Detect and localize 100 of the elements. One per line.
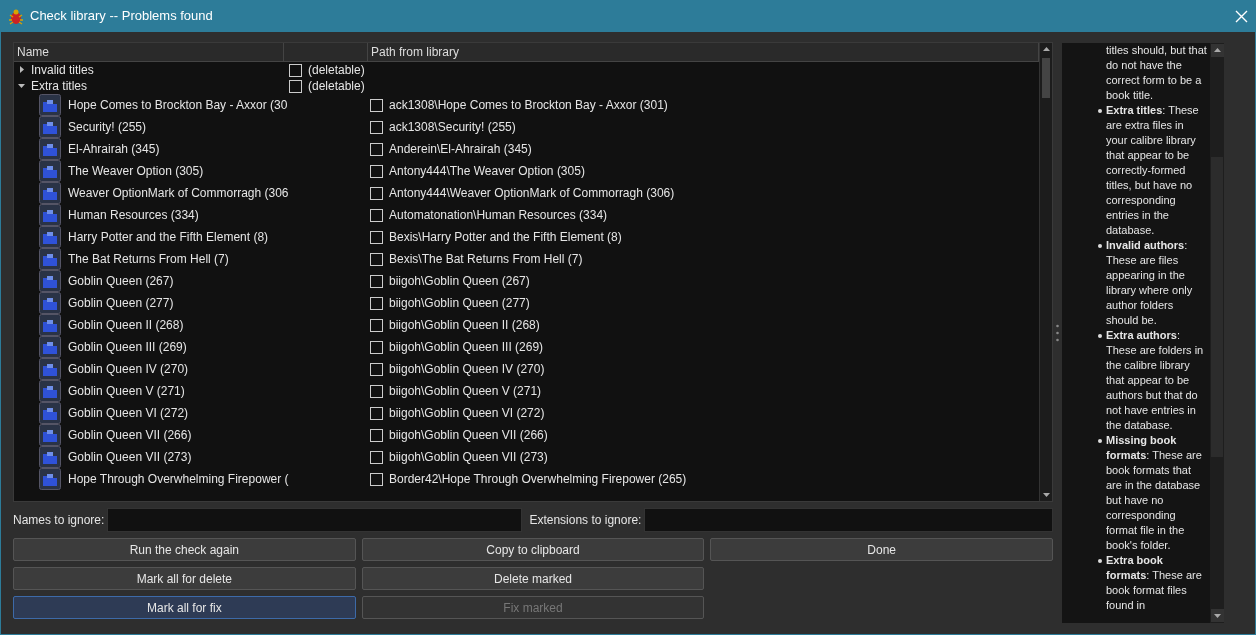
button[interactable]: Delete marked — [361, 567, 705, 590]
button[interactable]: Done — [710, 538, 1053, 561]
tree-item[interactable]: Goblin Queen II (268) — [68, 316, 184, 334]
path-text: biigoh\Goblin Queen VII (273) — [389, 449, 548, 466]
checkbox[interactable] — [370, 472, 383, 486]
folder-icon — [39, 270, 61, 292]
close-icon[interactable] — [1235, 9, 1248, 23]
path-text: Anderein\El-Ahrairah (345) — [389, 141, 532, 158]
tree-item[interactable]: Hope Through Overwhelming Firepower ( — [68, 470, 289, 488]
checkbox[interactable] — [370, 450, 383, 464]
folder-icon — [39, 248, 61, 270]
collapse-arrow-icon[interactable] — [18, 82, 26, 90]
tree-item[interactable]: Security! (255) — [68, 118, 147, 136]
folder-icon — [39, 292, 61, 314]
input-field[interactable] — [107, 508, 523, 532]
splitter-grip-icon[interactable] — [1056, 323, 1059, 343]
tree-item[interactable]: Goblin Queen (277) — [68, 294, 174, 312]
folder-icon — [39, 204, 61, 226]
tree-item[interactable]: Invalid titles — [31, 62, 94, 78]
button[interactable]: Mark all for delete — [13, 567, 356, 590]
path-text: biigoh\Goblin Queen VI (272) — [389, 405, 545, 422]
checkbox[interactable] — [370, 274, 383, 288]
deletable-label: (deletable) — [308, 78, 365, 94]
folder-icon — [39, 182, 61, 204]
checkbox[interactable] — [370, 186, 383, 200]
tree-item[interactable]: Goblin Queen V (271) — [68, 382, 185, 400]
folder-icon — [39, 446, 61, 468]
path-text: biigoh\Goblin Queen VII (266) — [389, 427, 548, 444]
checkbox[interactable] — [370, 142, 383, 156]
checkbox[interactable] — [289, 79, 302, 93]
folder-icon — [39, 226, 61, 248]
path-text: ack1308\Hope Comes to Brockton Bay - Axxor (301) — [389, 97, 668, 114]
checkbox[interactable] — [370, 120, 383, 134]
tree-item[interactable]: The Weaver Option (305) — [68, 162, 204, 180]
checkbox[interactable] — [370, 428, 383, 442]
checkbox[interactable] — [370, 362, 383, 376]
folder-icon — [39, 468, 61, 490]
button[interactable]: Mark all for fix — [13, 596, 356, 619]
folder-icon — [39, 138, 61, 160]
path-text: Border42\Hope Through Overwhelming Firepower (265) — [389, 471, 687, 488]
tree-item[interactable]: Human Resources (334) — [68, 206, 199, 224]
tree-item[interactable]: Extra titles — [31, 78, 87, 94]
scrollbar-thumb[interactable] — [1211, 157, 1223, 457]
scroll-down-icon[interactable] — [1211, 609, 1224, 622]
scroll-up-icon[interactable] — [1211, 44, 1224, 57]
checkbox[interactable] — [370, 318, 383, 332]
bug-icon — [8, 7, 24, 25]
tree-item[interactable]: Goblin Queen IV (270) — [68, 360, 189, 378]
path-text: Antony444\The Weaver Option (305) — [389, 163, 585, 180]
path-text: biigoh\Goblin Queen (277) — [389, 295, 530, 312]
folder-icon — [39, 402, 61, 424]
input-field[interactable] — [644, 508, 1053, 532]
tree-item[interactable]: Harry Potter and the Fifth Element (8) — [68, 228, 269, 246]
path-text: Bexis\Harry Potter and the Fifth Element (8) — [389, 229, 622, 246]
checkbox[interactable] — [370, 340, 383, 354]
checkbox[interactable] — [370, 296, 383, 310]
checkbox[interactable] — [370, 406, 383, 420]
checkbox[interactable] — [289, 63, 302, 77]
tree-item[interactable]: Goblin Queen (267) — [68, 272, 174, 290]
button[interactable]: Copy to clipboard — [361, 538, 705, 561]
checkbox[interactable] — [370, 230, 383, 244]
folder-icon — [39, 94, 61, 116]
folder-icon — [39, 160, 61, 182]
tree-item[interactable]: The Bat Returns From Hell (7) — [68, 250, 229, 268]
field-label: Extensions to ignore: — [529, 512, 642, 529]
tree-item[interactable]: Goblin Queen VI (272) — [68, 404, 189, 422]
checkbox[interactable] — [370, 252, 383, 266]
button[interactable]: Run the check again — [13, 538, 356, 561]
help-text: Missing book formats: These are book formats that are in the database but have no corresponding format file in the book's folder. — [1106, 433, 1203, 553]
deletable-label: (deletable) — [308, 62, 365, 78]
scrollbar-thumb[interactable] — [1042, 58, 1050, 98]
folder-icon — [39, 336, 61, 358]
tree-item[interactable]: Weaver OptionMark of Commorragh (306 — [68, 184, 289, 202]
tree-item[interactable]: Hope Comes to Brockton Bay - Axxor (30 — [68, 96, 288, 114]
checkbox[interactable] — [370, 164, 383, 178]
column-header[interactable]: Name — [14, 43, 284, 61]
folder-icon — [39, 424, 61, 446]
window-title: Check library -- Problems found — [30, 7, 213, 26]
path-text: Bexis\The Bat Returns From Hell (7) — [389, 251, 583, 268]
tree-item[interactable]: Goblin Queen VII (266) — [68, 426, 192, 444]
checkbox[interactable] — [370, 384, 383, 398]
tree-item[interactable]: Goblin Queen VII (273) — [68, 448, 192, 466]
tree-item[interactable]: Goblin Queen III (269) — [68, 338, 187, 356]
checkbox[interactable] — [370, 98, 383, 112]
checkbox[interactable] — [370, 208, 383, 222]
expand-arrow-icon[interactable] — [18, 66, 26, 74]
help-text: Invalid authors: These are files appearing in the library where only author folders should be. — [1106, 238, 1194, 328]
field-label: Names to ignore: — [13, 512, 105, 529]
path-text: ack1308\Security! (255) — [389, 119, 516, 136]
tree-item[interactable]: El-Ahrairah (345) — [68, 140, 160, 158]
path-text: biigoh\Goblin Queen III (269) — [389, 339, 544, 356]
folder-icon — [39, 358, 61, 380]
folder-icon — [39, 314, 61, 336]
path-text: biigoh\Goblin Queen IV (270) — [389, 361, 545, 378]
path-text: biigoh\Goblin Queen V (271) — [389, 383, 542, 400]
path-text: biigoh\Goblin Queen II (268) — [389, 317, 540, 334]
help-text: titles should, but that do not have the correct form to be a book title. — [1106, 43, 1208, 103]
path-text: Antony444\Weaver OptionMark of Commorragh (306) — [389, 185, 675, 202]
folder-icon — [39, 116, 61, 138]
help-text: Extra authors: These are folders in the calibre library that appear to be authors but that do not have entries in the database. — [1106, 328, 1205, 433]
